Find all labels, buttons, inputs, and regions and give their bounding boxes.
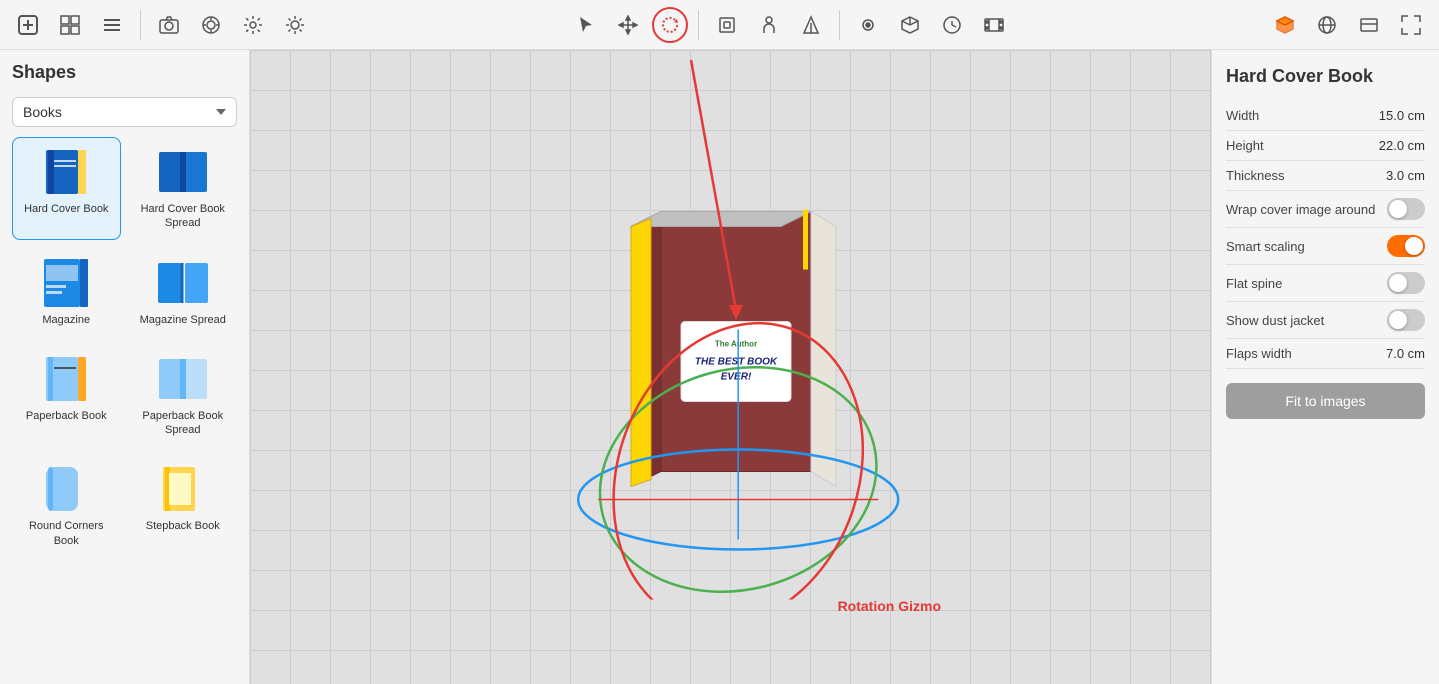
- canvas-area[interactable]: The Author THE BEST BOOK EVER! BOOK EVER…: [250, 50, 1211, 684]
- flaps-width-value: 7.0 cm: [1386, 346, 1425, 361]
- expand-button[interactable]: [1393, 7, 1429, 43]
- thickness-value: 3.0 cm: [1386, 168, 1425, 183]
- height-label: Height: [1226, 138, 1264, 153]
- shape-item-paperback-book[interactable]: Paperback Book: [12, 344, 121, 447]
- shape-item-hard-cover-book[interactable]: Hard Cover Book: [12, 137, 121, 240]
- shape-label-hard-cover-book: Hard Cover Book: [24, 202, 108, 216]
- prop-row-flat-spine: Flat spine: [1226, 265, 1425, 302]
- paperback-book-icon: [40, 353, 92, 405]
- flat-spine-knob: [1389, 274, 1407, 292]
- width-value: 15.0 cm: [1379, 108, 1425, 123]
- prop-row-height: Height 22.0 cm: [1226, 131, 1425, 161]
- move-tool[interactable]: [610, 7, 646, 43]
- smart-scaling-label: Smart scaling: [1226, 239, 1305, 254]
- height-value: 22.0 cm: [1379, 138, 1425, 153]
- fit-to-images-button[interactable]: Fit to images: [1226, 383, 1425, 419]
- paperback-book-spread-icon: [157, 353, 209, 405]
- panel-button[interactable]: [1351, 7, 1387, 43]
- menu-button[interactable]: [94, 7, 130, 43]
- shape-label-magazine-spread: Magazine Spread: [140, 313, 226, 327]
- hard-cover-book-icon: [40, 146, 92, 198]
- prop-row-show-dust-jacket: Show dust jacket: [1226, 302, 1425, 339]
- prop-row-flaps-width: Flaps width 7.0 cm: [1226, 339, 1425, 369]
- toolbar: [0, 0, 1439, 50]
- shape-item-hard-cover-book-spread[interactable]: Hard Cover Book Spread: [129, 137, 238, 240]
- sep3: [839, 10, 840, 40]
- shape-item-paperback-book-spread[interactable]: Paperback Book Spread: [129, 344, 238, 447]
- shape-item-stepback-book[interactable]: Stepback Book: [129, 454, 238, 557]
- sep2: [698, 10, 699, 40]
- shape-label-round-corners-book: Round Corners Book: [17, 519, 116, 548]
- show-dust-jacket-label: Show dust jacket: [1226, 313, 1324, 328]
- gizmo-label: Rotation Gizmo: [838, 598, 941, 614]
- stepback-book-icon: [157, 463, 209, 515]
- shape-label-paperback-book: Paperback Book: [26, 409, 107, 423]
- tower-tool[interactable]: [793, 7, 829, 43]
- prop-row-thickness: Thickness 3.0 cm: [1226, 161, 1425, 191]
- category-select[interactable]: Books Magazines Boxes Electronics: [12, 97, 237, 127]
- prop-row-smart-scaling: Smart scaling: [1226, 228, 1425, 265]
- eye-target-tool[interactable]: [850, 7, 886, 43]
- show-dust-jacket-toggle[interactable]: [1387, 309, 1425, 331]
- shape-label-magazine: Magazine: [42, 313, 90, 327]
- flat-spine-toggle[interactable]: [1387, 272, 1425, 294]
- 3d-box-button[interactable]: [1267, 7, 1303, 43]
- shape-label-stepback-book: Stepback Book: [146, 519, 220, 533]
- frame-tool[interactable]: [709, 7, 745, 43]
- shapes-grid: Hard Cover Book Hard Cover Book Spread M…: [12, 137, 237, 557]
- smart-scaling-knob: [1405, 237, 1423, 255]
- settings-button[interactable]: [235, 7, 271, 43]
- clock-tool[interactable]: [934, 7, 970, 43]
- magazine-spread-icon: [157, 257, 209, 309]
- panel-title: Hard Cover Book: [1226, 66, 1425, 87]
- shape-item-round-corners-book[interactable]: Round Corners Book: [12, 454, 121, 557]
- toolbar-center: [568, 7, 1012, 43]
- shape-label-hard-cover-book-spread: Hard Cover Book Spread: [134, 202, 233, 231]
- gizmo-svg: [558, 320, 918, 600]
- person-tool[interactable]: [751, 7, 787, 43]
- prop-row-width: Width 15.0 cm: [1226, 101, 1425, 131]
- globe-button[interactable]: [1309, 7, 1345, 43]
- wrap-cover-toggle[interactable]: [1387, 198, 1425, 220]
- sidebar-title: Shapes: [12, 62, 237, 83]
- brightness-button[interactable]: [277, 7, 313, 43]
- toolbar-right: [1267, 7, 1429, 43]
- select-tool[interactable]: [568, 7, 604, 43]
- right-panel: Hard Cover Book Width 15.0 cm Height 22.…: [1211, 50, 1439, 684]
- shape-item-magazine-spread[interactable]: Magazine Spread: [129, 248, 238, 336]
- round-corners-book-icon: [40, 463, 92, 515]
- main-area: Shapes Books Magazines Boxes Electronics…: [0, 50, 1439, 684]
- film-tool[interactable]: [976, 7, 1012, 43]
- camera-button[interactable]: [151, 7, 187, 43]
- grid-button[interactable]: [52, 7, 88, 43]
- shape-item-magazine[interactable]: Magazine: [12, 248, 121, 336]
- wrap-cover-label: Wrap cover image around: [1226, 202, 1375, 217]
- shape-label-paperback-book-spread: Paperback Book Spread: [134, 409, 233, 438]
- flaps-width-label: Flaps width: [1226, 346, 1292, 361]
- shapes-sidebar: Shapes Books Magazines Boxes Electronics…: [0, 50, 250, 684]
- prop-row-wrap-cover: Wrap cover image around: [1226, 191, 1425, 228]
- smart-scaling-toggle[interactable]: [1387, 235, 1425, 257]
- cube-tool[interactable]: [892, 7, 928, 43]
- show-dust-jacket-knob: [1389, 311, 1407, 329]
- wrap-cover-knob: [1389, 200, 1407, 218]
- thickness-label: Thickness: [1226, 168, 1285, 183]
- sep1: [140, 10, 141, 40]
- magazine-icon: [40, 257, 92, 309]
- add-button[interactable]: [10, 7, 46, 43]
- target-button[interactable]: [193, 7, 229, 43]
- rotation-gizmo: [558, 320, 918, 605]
- rotate-tool[interactable]: [652, 7, 688, 43]
- toolbar-left: [10, 7, 313, 43]
- flat-spine-label: Flat spine: [1226, 276, 1282, 291]
- hard-cover-book-spread-icon: [157, 146, 209, 198]
- width-label: Width: [1226, 108, 1259, 123]
